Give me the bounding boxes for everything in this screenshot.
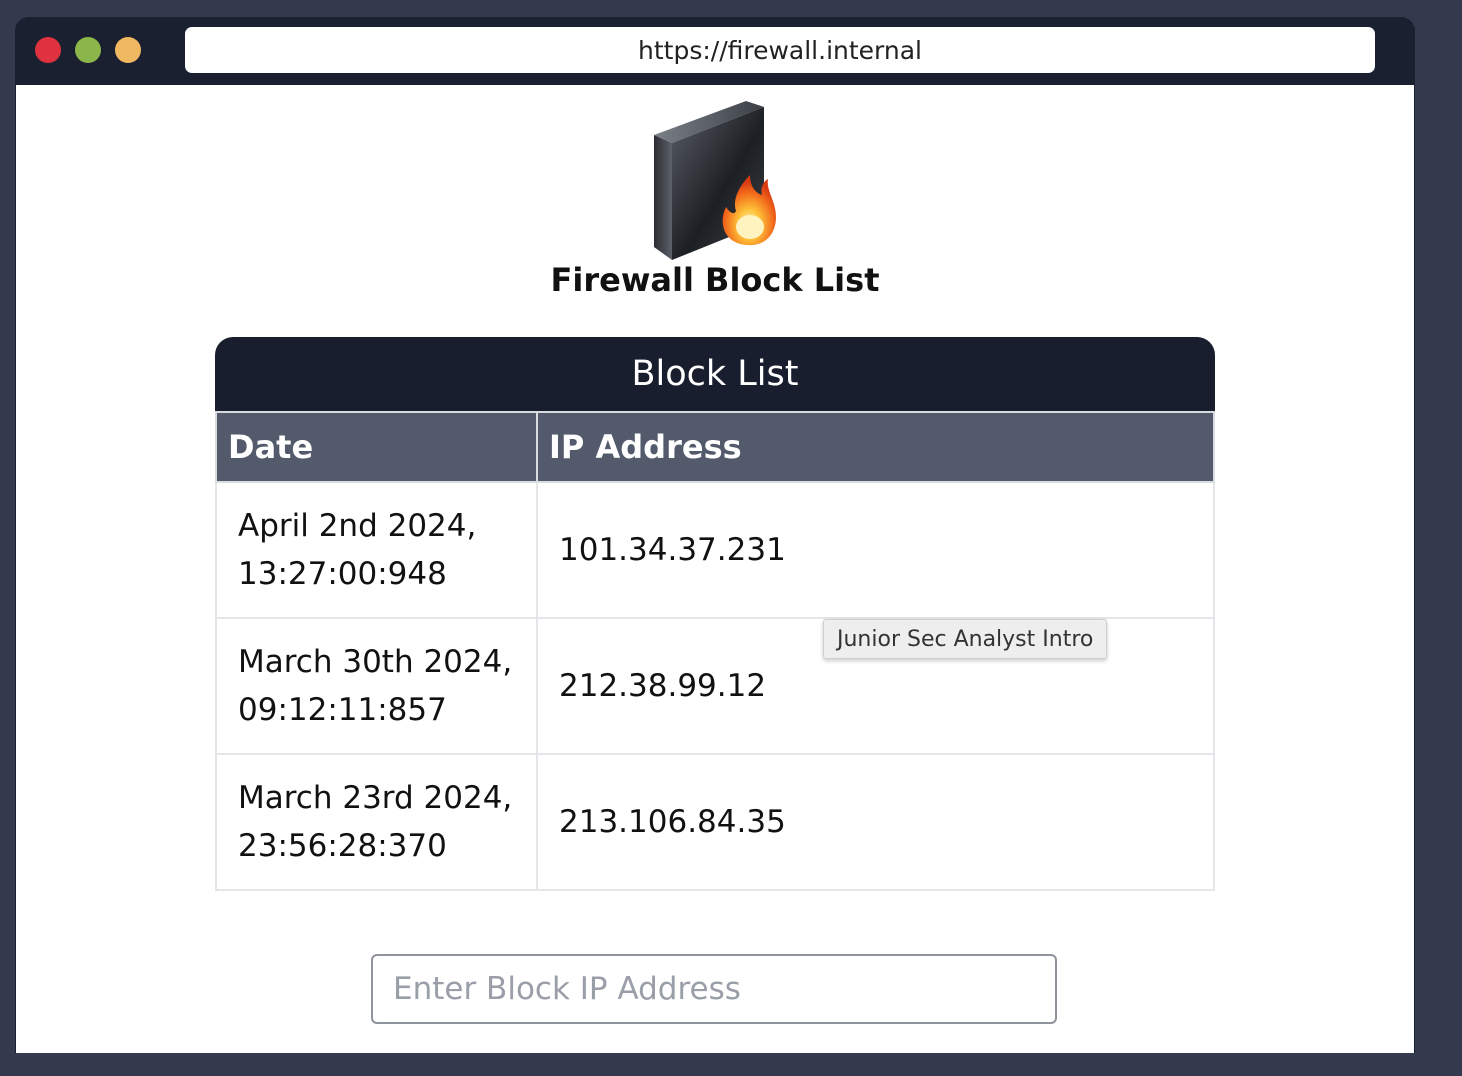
date-cell: March 23rd 2024, 23:56:28:370 xyxy=(215,753,538,891)
browser-titlebar: https://firewall.internal xyxy=(15,17,1415,83)
ip-cell: 101.34.37.231 xyxy=(536,481,1215,619)
column-header-date: Date xyxy=(215,411,538,483)
browser-window: https://firewall.internal Firewall Block… xyxy=(15,17,1415,1053)
date-text: March 23rd 2024, xyxy=(238,780,513,816)
minimize-window-button[interactable] xyxy=(75,37,101,63)
date-cell: March 30th 2024, 09:12:11:857 xyxy=(215,617,538,755)
tooltip: Junior Sec Analyst Intro xyxy=(823,619,1108,659)
ip-cell: 213.106.84.35 xyxy=(536,753,1215,891)
date-cell: April 2nd 2024, 13:27:00:948 xyxy=(215,481,538,619)
time-text: 23:56:28:370 xyxy=(238,828,447,864)
address-bar[interactable]: https://firewall.internal xyxy=(185,27,1375,73)
page-content: Firewall Block List Block List Date IP A… xyxy=(16,85,1414,1053)
page-title: Firewall Block List xyxy=(550,261,880,299)
table-row: March 23rd 2024, 23:56:28:370 213.106.84.… xyxy=(215,753,1215,891)
date-text: March 30th 2024, xyxy=(238,644,513,680)
block-ip-input[interactable] xyxy=(371,954,1057,1024)
url-text: https://firewall.internal xyxy=(638,35,922,65)
time-text: 13:27:00:948 xyxy=(238,556,447,592)
date-text: April 2nd 2024, xyxy=(238,508,477,544)
time-text: 09:12:11:857 xyxy=(238,692,447,728)
table-row: April 2nd 2024, 13:27:00:948 101.34.37.23… xyxy=(215,481,1215,619)
block-list-header: Block List xyxy=(215,337,1215,411)
table-header-row: Date IP Address xyxy=(215,411,1215,483)
firewall-icon xyxy=(654,101,776,260)
close-window-button[interactable] xyxy=(35,37,61,63)
column-header-ip: IP Address xyxy=(536,411,1215,483)
maximize-window-button[interactable] xyxy=(115,37,141,63)
